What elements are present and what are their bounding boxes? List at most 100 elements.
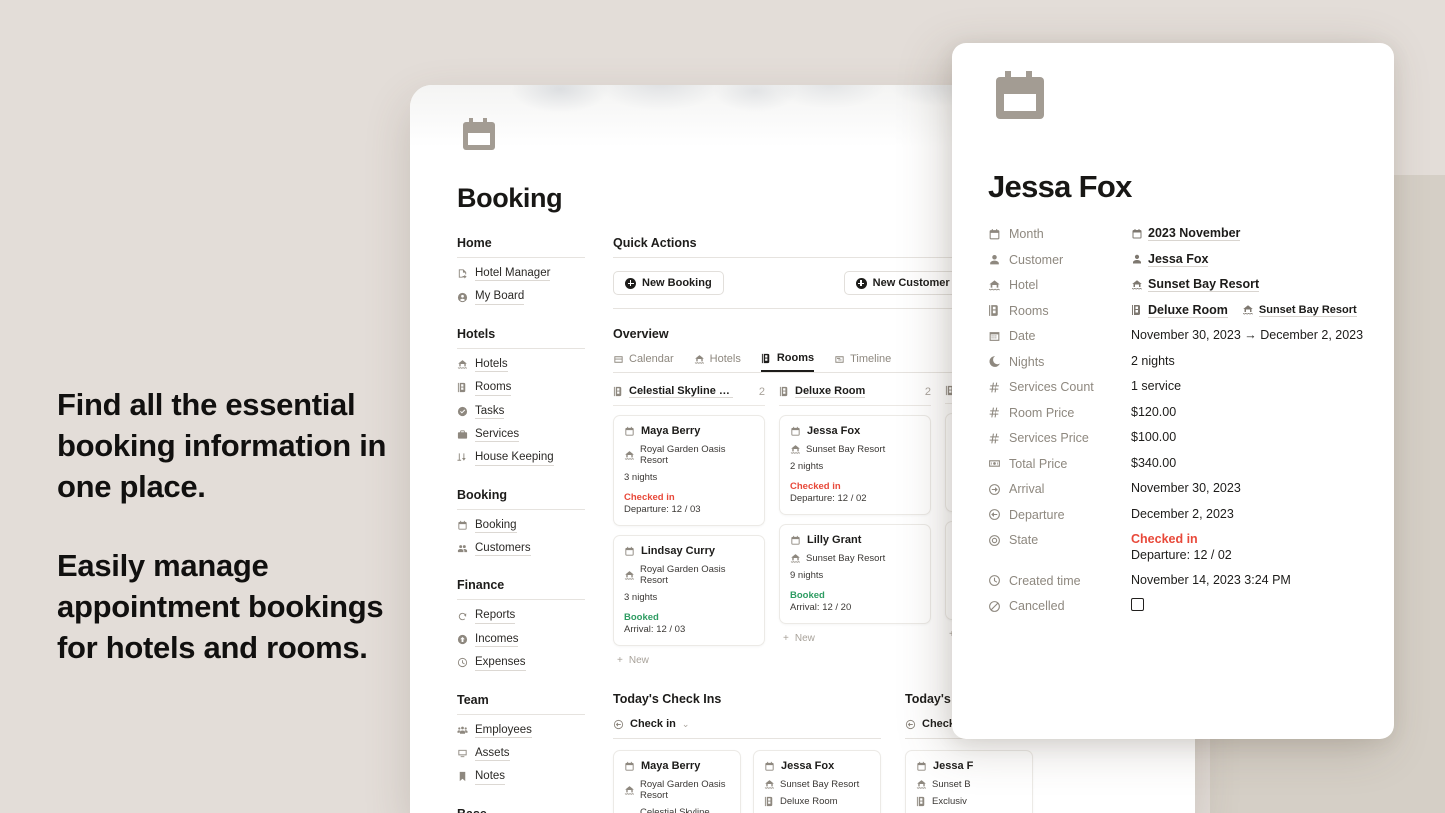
booking-card[interactable]: Jessa Fox Sunset Bay Resort 2 nights Checke… [779, 415, 931, 515]
state-detail: Departure: 12 / 02 [1131, 548, 1232, 562]
property-row: Rooms Deluxe Room Sunset Bay Resort [988, 303, 1388, 318]
tab-hotels[interactable]: Hotels [694, 352, 741, 372]
card-nights-value: 3 nights [624, 592, 658, 603]
property-value: November 30, 2023 [1131, 481, 1241, 495]
sidebar-item-booking[interactable]: Booking [457, 518, 587, 533]
value-text: 2023 November [1148, 226, 1241, 241]
sidebar-item-notes[interactable]: Notes [457, 769, 587, 785]
tab-timeline[interactable]: Timeline [834, 352, 891, 372]
ban-icon [988, 600, 1001, 613]
property-key: Month [988, 226, 1131, 241]
sidebar-item-label: My Board [475, 289, 525, 305]
check-card[interactable]: Maya Berry Royal Garden Oasis Resort Celes… [613, 750, 741, 813]
calendar-icon [916, 761, 927, 772]
tab-label: Calendar [629, 353, 674, 365]
booking-card[interactable]: Lindsay Curry Royal Garden Oasis Resort 3 … [613, 535, 765, 646]
room-icon [764, 796, 775, 807]
sidebar-item-hotel-manager[interactable]: Hotel Manager [457, 266, 587, 282]
person-circle-icon [457, 292, 468, 303]
property-label: Total Price [1009, 456, 1068, 471]
sidebar-item-my-board[interactable]: My Board [457, 289, 587, 305]
clock-icon [457, 657, 468, 668]
value-text: November 30, 2023 → December 2, 2023 [1131, 328, 1364, 342]
property-row: Customer Jessa Fox [988, 252, 1388, 267]
card-guest-name: Maya Berry [641, 760, 701, 772]
property-key: Nights [988, 354, 1131, 369]
sidebar-item-rooms[interactable]: Rooms [457, 380, 587, 396]
value-chip[interactable]: Sunset Bay Resort [1131, 277, 1260, 292]
room-icon [988, 304, 1001, 317]
briefcase-icon [457, 429, 468, 440]
arrow-left-circle-icon [988, 508, 1001, 521]
filter-chip[interactable]: Check in ⌄ [613, 718, 881, 739]
section-title: Today's Check Ins [613, 692, 722, 706]
sidebar-item-services[interactable]: Services [457, 427, 587, 443]
check-card-list: Jessa FSunset BExclusiv2 nights [905, 750, 1173, 813]
property-value: Sunset Bay Resort [1131, 277, 1260, 292]
hash-icon [988, 406, 1001, 419]
calendar-icon [624, 426, 635, 437]
value-text: November 30, 2023 [1131, 481, 1241, 495]
sidebar-item-expenses[interactable]: Expenses [457, 655, 587, 671]
tab-calendar[interactable]: Calendar [613, 352, 674, 372]
card-hotel: Royal Garden Oasis Resort [624, 564, 754, 586]
new-customer-button[interactable]: New Customer [843, 271, 962, 295]
screenshot-root: Find all the essential booking informati… [0, 0, 1445, 813]
cancelled-checkbox[interactable] [1131, 598, 1144, 611]
value-chip[interactable]: Deluxe Room [1131, 303, 1228, 318]
booking-card[interactable]: Lilly Grant Sunset Bay Resort 9 nights Book… [779, 524, 931, 624]
target-icon [988, 534, 1001, 547]
card-hotel-name: Royal Garden Oasis Resort [640, 779, 726, 801]
property-value: Deluxe Room Sunset Bay Resort [1131, 303, 1357, 318]
value-text: 1 service [1131, 379, 1182, 393]
sidebar-item-label: Tasks [475, 404, 505, 419]
sidebar-item-incomes[interactable]: Incomes [457, 632, 587, 648]
value-chip-secondary[interactable]: Sunset Bay Resort [1242, 304, 1357, 317]
property-value [1131, 598, 1144, 611]
value-chip[interactable]: 2023 November [1131, 226, 1241, 241]
room-icon [761, 353, 772, 364]
sidebar-item-customers[interactable]: Customers [457, 541, 587, 557]
property-key: Hotel [988, 277, 1131, 292]
check-ins-section: Today's Check Ins Check in ⌄ Maya Berry Roya… [613, 692, 881, 813]
card-room: Deluxe Room [764, 796, 870, 807]
sidebar-item-label: Hotels [475, 357, 508, 373]
timeline-icon [834, 354, 845, 365]
property-label: Nights [1009, 354, 1045, 369]
sidebar-item-reports[interactable]: Reports [457, 608, 587, 624]
property-key: Room Price [988, 405, 1131, 420]
page-title: Booking [457, 183, 563, 213]
sidebar-item-assets[interactable]: Assets [457, 746, 587, 762]
card-title: Jessa Fox [764, 760, 870, 772]
sidebar-item-employees[interactable]: Employees [457, 723, 587, 738]
booking-card[interactable]: Maya Berry Royal Garden Oasis Resort 3 nig… [613, 415, 765, 526]
room-icon [457, 382, 468, 393]
card-state: Booked [624, 612, 659, 623]
property-label: State [1009, 533, 1039, 547]
calendar-icon [790, 426, 801, 437]
value-chip[interactable]: Jessa Fox [1131, 252, 1209, 267]
property-label: Hotel [1009, 278, 1039, 292]
check-card[interactable]: Jessa FoxSunset Bay ResortDeluxe Room2 n… [753, 750, 881, 813]
card-nights-value: 9 nights [790, 570, 824, 581]
card-nights: 3 nights [624, 472, 754, 483]
add-new-card-button[interactable]: + New [613, 646, 765, 666]
kanban-column-name: Deluxe Room [795, 385, 866, 398]
kanban-column-name: Celestial Skyline Cha... [629, 385, 733, 398]
sidebar-item-label: Reports [475, 608, 516, 624]
hotel-icon [790, 553, 801, 564]
tab-rooms[interactable]: Rooms [760, 352, 815, 372]
sidebar-item-house-keeping[interactable]: House Keeping [457, 450, 587, 466]
add-new-card-button[interactable]: + New [779, 624, 931, 644]
sidebar-item-label: Customers [475, 541, 531, 557]
sidebar-item-tasks[interactable]: Tasks [457, 404, 587, 419]
card-guest-name: Lindsay Curry [641, 545, 715, 557]
new-booking-button[interactable]: New Booking [613, 271, 724, 295]
state-badge: Checked in [1131, 532, 1198, 546]
detail-calendar-icon [996, 71, 1044, 119]
sidebar-item-hotels[interactable]: Hotels [457, 357, 587, 373]
property-value: $100.00 [1131, 430, 1176, 444]
check-card[interactable]: Jessa FSunset BExclusiv2 nights [905, 750, 1033, 813]
property-value: $340.00 [1131, 456, 1176, 470]
card-state: Booked [790, 590, 825, 601]
